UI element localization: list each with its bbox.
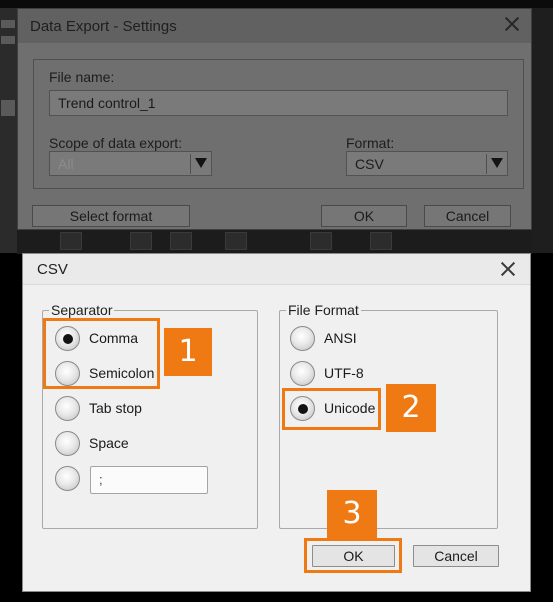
csv-ok-button[interactable]: OK	[312, 545, 395, 567]
data-export-dialog: Data Export - Settings File name: Trend …	[17, 8, 532, 230]
file-format-option-utf8[interactable]: UTF-8	[290, 361, 470, 387]
csv-cancel-button[interactable]: Cancel	[413, 545, 499, 567]
separator-option-space[interactable]: Space	[55, 431, 235, 457]
toolbar-icon	[60, 232, 82, 250]
file-format-option-label: UTF-8	[324, 365, 364, 381]
data-export-titlebar: Data Export - Settings	[18, 9, 531, 43]
radio-button[interactable]	[55, 326, 80, 351]
toolbar-icon	[130, 232, 152, 250]
data-export-title: Data Export - Settings	[30, 18, 177, 35]
format-select-value: CSV	[355, 156, 384, 172]
toolbar-icon	[370, 232, 392, 250]
toolbar-icon	[170, 232, 192, 250]
radio-button[interactable]	[55, 431, 80, 456]
export-cancel-button[interactable]: Cancel	[424, 205, 511, 227]
custom-separator-input[interactable]: ;	[90, 466, 208, 494]
file-format-option-unicode[interactable]: Unicode	[290, 396, 470, 422]
csv-titlebar: CSV	[23, 254, 530, 285]
radio-button[interactable]	[55, 361, 80, 386]
app-left-tool-icon	[1, 100, 15, 116]
close-icon[interactable]	[503, 15, 521, 33]
file-format-option-ansi[interactable]: ANSI	[290, 326, 470, 352]
radio-button[interactable]	[290, 396, 315, 421]
separator-group: Separator Comma Semicolon Tab stop Space…	[42, 302, 258, 529]
file-format-option-label: ANSI	[324, 330, 357, 346]
csv-dialog: CSV Separator Comma Semicolon Tab stop S…	[22, 253, 531, 592]
chevron-down-icon	[491, 158, 503, 168]
app-toolbar	[17, 228, 532, 254]
radio-button[interactable]	[290, 361, 315, 386]
app-left-text	[1, 20, 15, 28]
export-settings-group: File name: Trend control_1 Scope of data…	[33, 59, 524, 189]
file-format-option-label: Unicode	[324, 400, 376, 416]
separator-legend: Separator	[49, 302, 115, 318]
callout-badge-2: 2	[386, 384, 436, 432]
radio-button[interactable]	[55, 396, 80, 421]
separator-option-label: Comma	[89, 330, 139, 346]
file-name-label: File name:	[49, 69, 115, 85]
app-right-edge	[532, 8, 553, 253]
separator-option-label: Tab stop	[89, 400, 142, 416]
file-name-input[interactable]: Trend control_1	[49, 90, 508, 116]
toolbar-icon	[310, 232, 332, 250]
separator-option-label: Semicolon	[89, 365, 155, 381]
scope-label: Scope of data export:	[49, 135, 183, 151]
separator-option-tab-stop[interactable]: Tab stop	[55, 396, 235, 422]
app-top-strip	[0, 0, 553, 8]
format-select[interactable]: CSV	[346, 151, 508, 176]
select-format-button[interactable]: Select format	[32, 205, 190, 227]
close-icon[interactable]	[500, 261, 516, 277]
toolbar-icon	[225, 232, 247, 250]
callout-badge-3: 3	[327, 490, 377, 538]
radio-button[interactable]	[55, 466, 80, 491]
scope-select-value: All	[58, 156, 74, 172]
export-ok-button[interactable]: OK	[321, 205, 407, 227]
file-format-legend: File Format	[286, 302, 361, 318]
csv-title: CSV	[37, 261, 68, 278]
separator-option-label: Space	[89, 435, 129, 451]
format-label: Format:	[346, 135, 395, 151]
chevron-down-icon	[195, 158, 207, 168]
app-left-edge	[0, 8, 17, 253]
radio-button[interactable]	[290, 326, 315, 351]
scope-select[interactable]: All	[49, 151, 212, 176]
callout-badge-1: 1	[164, 328, 212, 376]
app-left-text	[1, 36, 15, 44]
